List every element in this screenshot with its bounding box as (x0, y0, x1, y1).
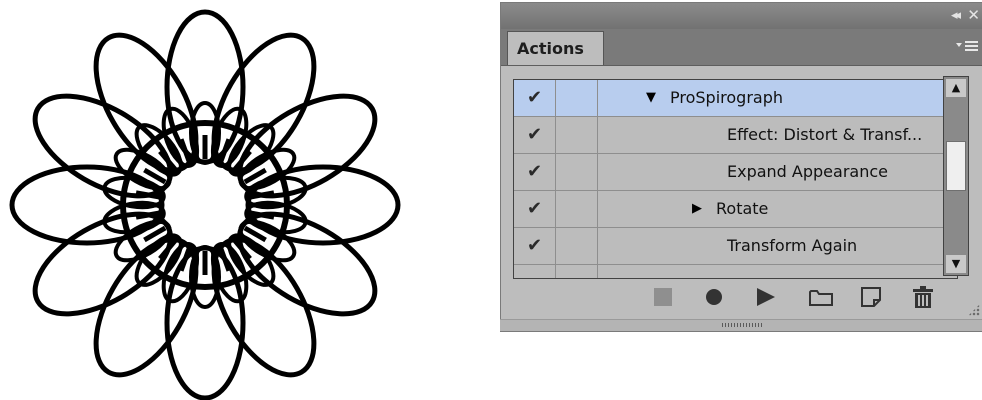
tab-actions[interactable]: Actions (507, 31, 604, 65)
toggle-dialog-cell[interactable] (556, 154, 598, 190)
action-label: Effect: Distort & Transf... (727, 125, 923, 144)
toggle-dialog-cell[interactable] (556, 117, 598, 153)
action-row[interactable]: ✔ Effect: Distort & Transf... (514, 117, 957, 154)
toggle-item-check-icon[interactable]: ✔ (514, 154, 556, 190)
action-row[interactable]: ✔ ▶ Rotate (514, 191, 957, 228)
inner-spokes (135, 135, 275, 275)
new-action-icon[interactable] (860, 286, 882, 308)
toggle-dialog-cell[interactable] (556, 228, 598, 264)
toggle-item-cell[interactable] (514, 265, 556, 278)
toggle-dialog-cell[interactable] (556, 80, 598, 116)
panel-menu-icon[interactable] (954, 37, 980, 55)
toggle-item-check-icon[interactable]: ✔ (514, 80, 556, 116)
action-row[interactable] (514, 265, 957, 278)
new-set-folder-icon[interactable] (808, 287, 834, 307)
action-row[interactable]: ✔ ▼ ProSpirograph (514, 80, 957, 117)
outer-petals (9, 9, 401, 400)
action-label: Expand Appearance (727, 162, 888, 181)
action-label: ProSpirograph (670, 88, 783, 107)
panel-title-bar[interactable]: ◂◂ ✕ (501, 3, 982, 30)
actions-scrollbar[interactable]: ▲ ▼ (943, 76, 969, 276)
spirograph-artwork (9, 9, 401, 400)
delete-icon[interactable] (912, 285, 934, 309)
toggle-dialog-cell[interactable] (556, 265, 598, 278)
stop-icon[interactable] (654, 288, 672, 306)
record-icon[interactable] (705, 288, 723, 306)
actions-panel: ◂◂ ✕ Actions ✔ ▼ ProSpirograph ✔ Effect: Dis… (500, 2, 982, 332)
toggle-item-check-icon[interactable]: ✔ (514, 117, 556, 153)
scroll-down-arrow-icon[interactable]: ▼ (946, 255, 966, 273)
play-icon[interactable] (755, 287, 777, 307)
expanded-triangle-icon[interactable]: ▼ (646, 80, 656, 116)
grip-dots (722, 323, 762, 327)
action-label: Rotate (716, 199, 769, 218)
panel-bottom-grip[interactable] (500, 319, 982, 331)
scroll-thumb[interactable] (946, 141, 966, 191)
scroll-up-arrow-icon[interactable]: ▲ (946, 79, 966, 97)
action-label: Transform Again (727, 236, 858, 255)
close-icon[interactable]: ✕ (967, 6, 980, 24)
actions-list: ✔ ▼ ProSpirograph ✔ Effect: Distort & Transf… (513, 79, 958, 279)
collapsed-triangle-icon[interactable]: ▶ (692, 191, 702, 227)
toggle-item-check-icon[interactable]: ✔ (514, 228, 556, 264)
inner-lattice (102, 101, 308, 309)
action-row[interactable]: ✔ Transform Again (514, 228, 957, 265)
action-row[interactable]: ✔ Expand Appearance (514, 154, 957, 191)
toggle-dialog-cell[interactable] (556, 191, 598, 227)
toggle-item-check-icon[interactable]: ✔ (514, 191, 556, 227)
panel-tab-row: Actions (501, 29, 982, 66)
collapse-panel-icon[interactable]: ◂◂ (951, 8, 961, 23)
